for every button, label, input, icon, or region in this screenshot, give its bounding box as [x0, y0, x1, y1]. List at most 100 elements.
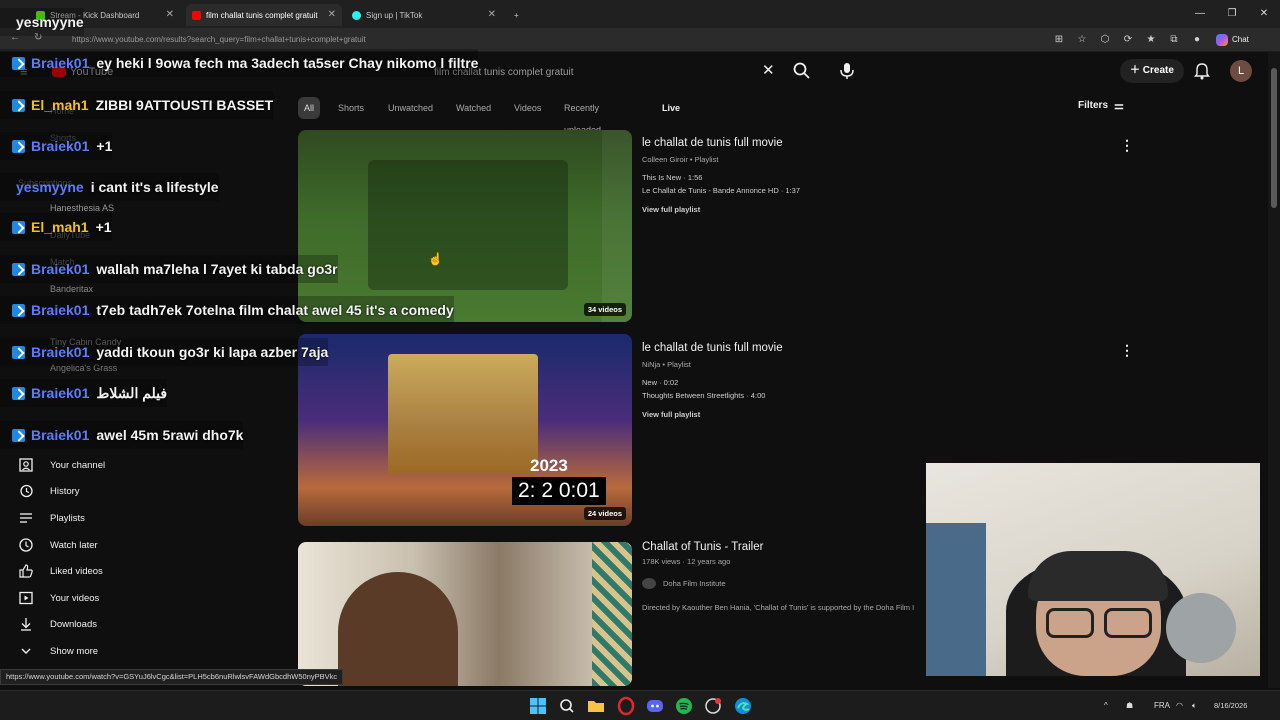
subscription-item[interactable]: Banderitax [50, 284, 93, 294]
result-meta: 178K views · 12 years ago [642, 557, 731, 566]
result-title[interactable]: le challat de tunis full movie [642, 137, 783, 149]
tray-app-icon[interactable]: ☗ [1126, 691, 1133, 720]
sidebar-item-downloads[interactable]: Downloads [18, 615, 97, 633]
sidebar-item-shorts[interactable]: Shorts [50, 133, 76, 143]
chip-recently-uploaded[interactable]: Recently uploaded [558, 97, 607, 135]
browser-tab-strip: Stream - Kick Dashboard ✕ film challat t… [0, 0, 1280, 28]
app-icon[interactable] [703, 696, 723, 716]
file-explorer-icon[interactable] [586, 696, 606, 716]
scrollbar-thumb[interactable] [1271, 68, 1277, 208]
sidebar-item-watch-later[interactable]: Watch later [18, 536, 98, 554]
result-thumbnail-2[interactable]: 2023 2: 2 0:01 24 videos [298, 334, 632, 526]
subscription-item[interactable]: Angelica's Grass [50, 363, 117, 373]
chip-all[interactable]: All [298, 97, 321, 119]
result-title[interactable]: le challat de tunis full movie [642, 342, 783, 354]
copilot-chat-button[interactable]: Chat [1216, 32, 1249, 48]
clock-date[interactable]: 8/16/2026 [1214, 700, 1247, 711]
app-grid-icon[interactable]: ⊞ [1052, 32, 1066, 48]
sidebar-item-home[interactable]: Home [50, 106, 74, 116]
sidebar-item-liked-videos[interactable]: Liked videos [18, 562, 103, 580]
play-square-icon [19, 591, 33, 605]
sidebar-item-label: Your videos [50, 592, 100, 604]
result-thumbnail-1[interactable]: 34 videos [298, 130, 632, 322]
chip-unwatched[interactable]: Unwatched [382, 97, 439, 119]
windows-start-icon[interactable] [528, 696, 548, 716]
result-channel-line[interactable]: Colleen Giroir • Playlist [642, 155, 718, 164]
filters-button[interactable]: Filters ⚌ [1078, 99, 1124, 112]
subscription-item[interactable]: DailyTube [50, 230, 90, 240]
streamer-hair [1028, 551, 1168, 601]
tab-label: Stream - Kick Dashboard [50, 10, 140, 20]
sidebar-item-label: Playlists [50, 512, 85, 524]
playlist-item[interactable]: Thoughts Between Streetlights · 4:00 [642, 391, 765, 400]
new-tab-button[interactable]: + [508, 4, 528, 26]
wifi-icon[interactable]: ◠ [1176, 691, 1183, 720]
favorite-star-icon[interactable]: ☆ [1075, 32, 1089, 48]
sidebar-item-show-more[interactable]: Show more [18, 642, 98, 660]
playlist-item[interactable]: Le Challat de Tunis - Bande Annonce HD ·… [642, 186, 800, 195]
result-title[interactable]: Challat of Tunis - Trailer [642, 541, 763, 553]
more-options-icon[interactable]: ⋮ [1120, 342, 1134, 359]
url-field[interactable]: https://www.youtube.com/results?search_q… [58, 32, 1048, 48]
collections-icon[interactable]: ★ [1144, 32, 1158, 48]
chip-shorts[interactable]: Shorts [332, 97, 370, 119]
discord-icon[interactable] [645, 696, 665, 716]
subscription-item[interactable]: Tiny Cabin Candy [50, 337, 121, 347]
channel-avatar[interactable] [642, 578, 656, 589]
result-channel[interactable]: Doha Film Institute [663, 579, 726, 588]
close-window-button[interactable]: ✕ [1248, 0, 1280, 28]
result-channel-line[interactable]: NiNja • Playlist [642, 360, 691, 369]
split-icon[interactable]: ⧉ [1167, 32, 1181, 48]
extensions-icon[interactable]: ⬡ [1098, 32, 1112, 48]
create-button[interactable]: ＋ Create [1120, 59, 1184, 83]
playlist-stack-edge [602, 130, 632, 322]
search-input[interactable]: film challat tunis complet gratuit [420, 62, 790, 84]
edge-icon[interactable] [733, 696, 753, 716]
view-full-playlist-link[interactable]: View full playlist [642, 205, 700, 214]
result-thumbnail-3[interactable] [298, 542, 632, 686]
clear-search-icon[interactable]: ✕ [762, 61, 775, 79]
notifications-bell-icon[interactable] [1194, 62, 1210, 80]
subscription-item[interactable]: Match [50, 257, 75, 267]
refresh-icon[interactable]: ↻ [34, 32, 42, 43]
sync-icon[interactable]: ⟳ [1121, 32, 1135, 48]
close-icon[interactable]: ✕ [488, 9, 496, 20]
search-icon[interactable] [557, 696, 577, 716]
sidebar-item-your-videos[interactable]: Your videos [18, 589, 99, 607]
menu-icon[interactable]: ≡ [20, 64, 28, 79]
chip-live[interactable]: Live [656, 97, 686, 119]
clock-icon [19, 538, 33, 552]
microphone-icon[interactable] [838, 61, 856, 81]
youtube-logo[interactable]: YouTube [52, 66, 113, 78]
page-scrollbar[interactable] [1268, 52, 1280, 688]
sidebar-item-playlists[interactable]: Playlists [18, 509, 85, 527]
account-avatar[interactable]: L [1230, 60, 1252, 82]
subscription-item[interactable]: Hanesthesia AS [50, 203, 114, 213]
close-icon[interactable]: ✕ [328, 9, 336, 20]
sidebar-heading-subscriptions[interactable]: Subscriptions [18, 178, 72, 188]
input-language[interactable]: FRA [1154, 691, 1170, 720]
opera-icon[interactable] [616, 696, 636, 716]
tab-kick-dashboard[interactable]: Stream - Kick Dashboard ✕ [30, 4, 180, 26]
view-full-playlist-link[interactable]: View full playlist [642, 410, 700, 419]
chevron-up-icon[interactable]: ^ [1104, 691, 1108, 720]
chip-videos[interactable]: Videos [508, 97, 547, 119]
volume-icon[interactable]: 🔈︎ [1192, 691, 1197, 720]
tab-youtube-search[interactable]: film challat tunis complet gratuit ✕ [186, 4, 342, 26]
more-options-icon[interactable]: ⋮ [1120, 137, 1134, 154]
plus-icon: ＋ [1130, 65, 1143, 76]
sidebar-item-your-channel[interactable]: Your channel [18, 456, 105, 474]
maximize-button[interactable]: ❐ [1216, 0, 1248, 28]
search-icon[interactable] [792, 61, 812, 81]
profile-icon[interactable]: ● [1190, 32, 1204, 48]
chip-watched[interactable]: Watched [450, 97, 497, 119]
tab-tiktok-signup[interactable]: Sign up | TikTok ✕ [346, 4, 502, 26]
minimize-button[interactable]: — [1184, 0, 1216, 28]
tiktok-icon [352, 10, 361, 20]
playlist-item[interactable]: New · 0:02 [642, 378, 678, 387]
playlist-item[interactable]: This Is New · 1:56 [642, 173, 702, 182]
close-icon[interactable]: ✕ [166, 9, 174, 20]
spotify-icon[interactable] [674, 696, 694, 716]
sidebar-item-history[interactable]: History [18, 482, 80, 500]
back-icon[interactable]: ← [10, 32, 20, 43]
